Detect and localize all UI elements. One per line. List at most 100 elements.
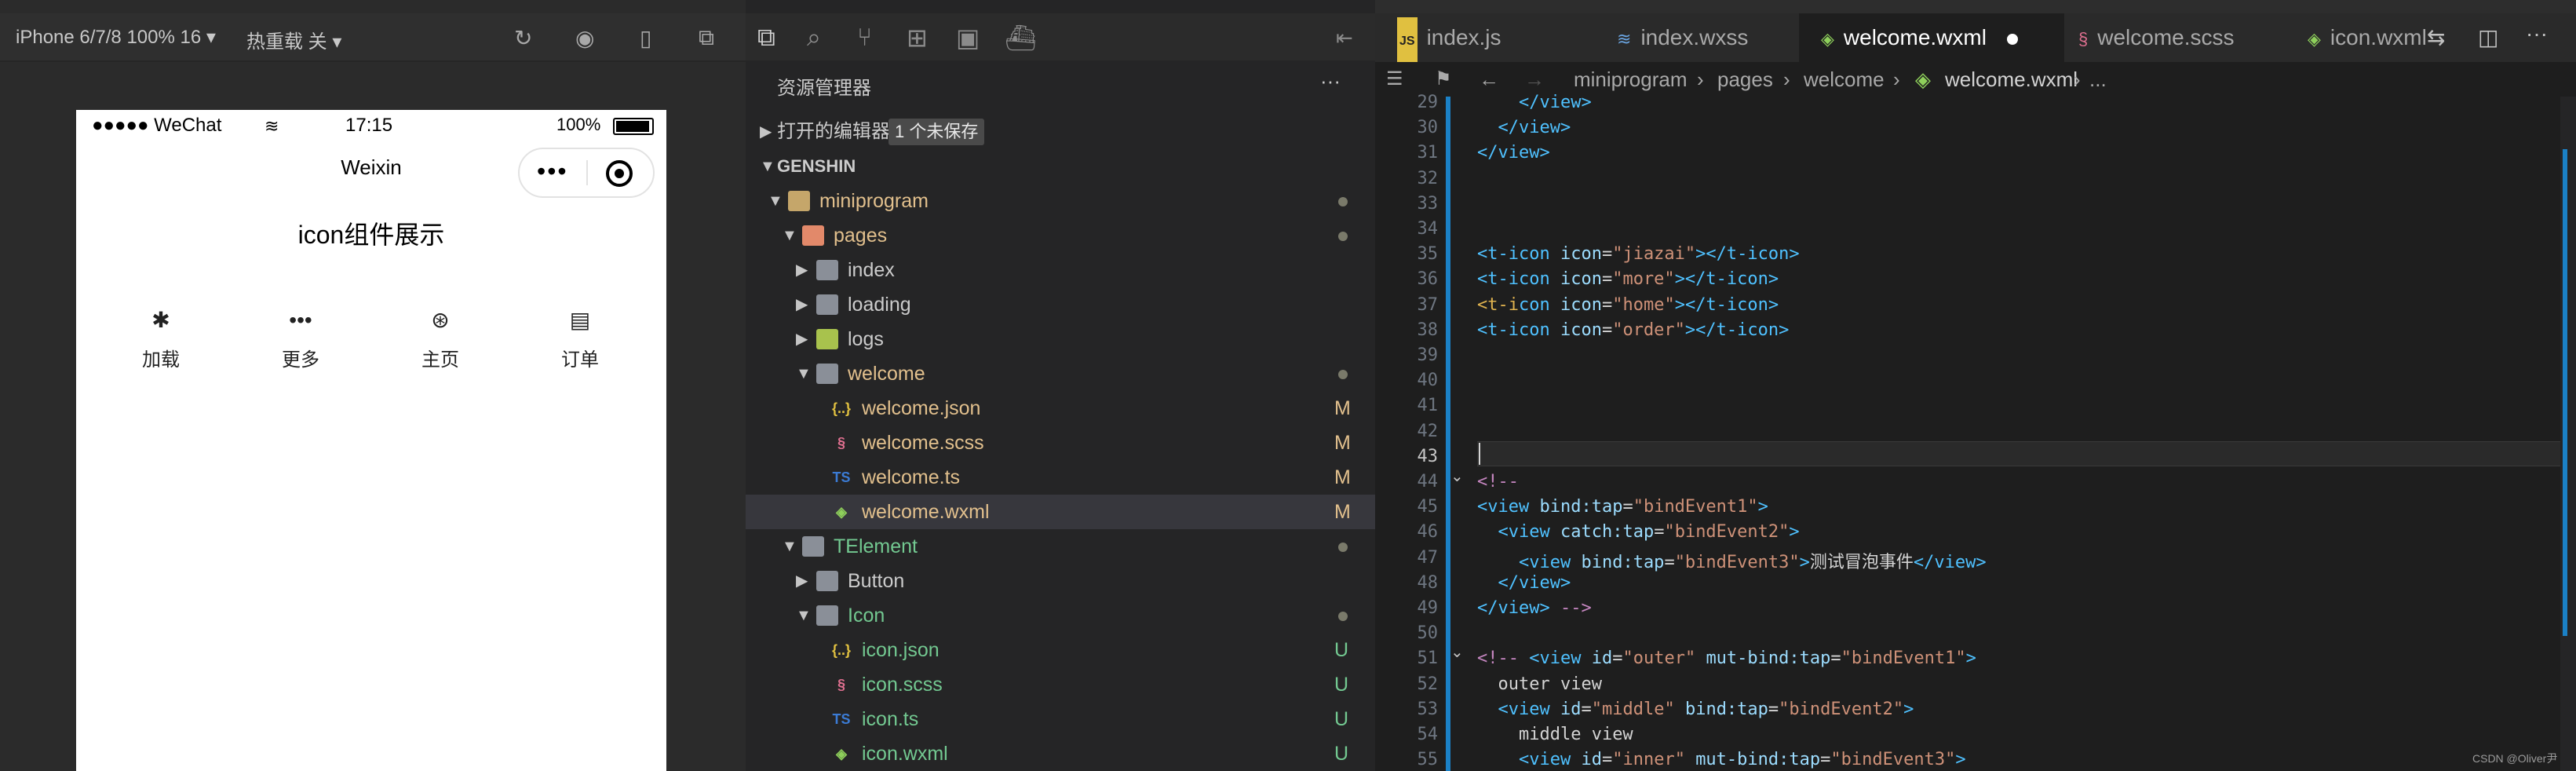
capsule-menu[interactable]: ••• <box>518 148 655 198</box>
loading-icon: ✱ <box>151 308 170 332</box>
code-line[interactable]: </view> <box>1477 118 1571 137</box>
close-target-icon[interactable] <box>606 160 633 187</box>
wxml-file-icon: ◈ <box>836 746 847 762</box>
icon-cell-loading[interactable]: ✱ 加载 <box>114 305 208 371</box>
status-time: 17:15 <box>345 115 393 136</box>
phone-icon[interactable]: ▯ <box>640 25 651 51</box>
icon-cell-more[interactable]: ••• 更多 <box>254 305 348 371</box>
code-line[interactable]: <view bind:tap="bindEvent1"> <box>1477 497 1768 517</box>
code-line[interactable]: </view> <box>1477 143 1550 163</box>
tree-item-label: Icon <box>848 605 885 627</box>
icon-cell-order[interactable]: ▤ 订单 <box>533 305 627 371</box>
tree-item-icon-json[interactable]: {..} icon.json U <box>746 633 1375 667</box>
extensions-icon[interactable]: ⊞ <box>907 23 928 53</box>
explorer-more-icon[interactable]: ··· <box>1320 69 1341 93</box>
chevron-right-icon[interactable]: ▶ <box>796 322 808 356</box>
compare-icon[interactable]: ⇆ <box>2427 24 2445 50</box>
source-control-icon[interactable]: ⑂ <box>857 23 872 52</box>
page-title: icon组件展示 <box>297 221 445 249</box>
fold-chevron-icon[interactable]: ⌄ <box>1450 642 1464 662</box>
tree-item-index[interactable]: ▶ index <box>746 253 1375 287</box>
tab-index-wxss[interactable]: ≋ index.wxss <box>1603 13 1821 62</box>
git-status-badge: U <box>1334 674 1349 696</box>
chevron-down-icon[interactable]: ▼ <box>796 598 812 633</box>
more-dots-icon[interactable]: ••• <box>537 157 568 186</box>
breadcrumb-item[interactable]: ... <box>2089 62 2107 97</box>
tree-item-welcome-ts[interactable]: TS welcome.ts M <box>746 460 1375 495</box>
tree-item-button[interactable]: ▶ Button <box>746 564 1375 598</box>
code-line[interactable]: </view> <box>1477 573 1571 593</box>
bookmark-icon[interactable]: ⚑ <box>1435 62 1452 97</box>
code-editor[interactable] <box>1375 97 2576 771</box>
forward-arrow-icon[interactable]: → <box>1524 62 1545 97</box>
code-line[interactable]: <view bind:tap="bindEvent3">测试冒泡事件</view… <box>1477 548 1987 573</box>
breadcrumb-item[interactable]: pages <box>1717 62 1773 97</box>
open-editors-section[interactable]: ▶ 打开的编辑器 1 个未保存 <box>746 115 1375 149</box>
tree-item-miniprogram[interactable]: ▼ miniprogram <box>746 184 1375 218</box>
split-editor-icon[interactable]: ◫ <box>2478 24 2498 50</box>
code-line[interactable]: <view catch:tap="bindEvent2"> <box>1477 522 1800 542</box>
breadcrumb-item[interactable]: welcome <box>1804 62 1885 97</box>
chevron-right-icon[interactable]: ▶ <box>796 564 808 598</box>
search-icon[interactable]: ⌕ <box>807 23 821 53</box>
code-line[interactable]: <t-icon icon="order"></t-icon> <box>1477 320 1789 340</box>
debug-icon[interactable]: ▣ <box>956 23 980 53</box>
docker-icon[interactable]: ⛴ <box>1005 23 1037 53</box>
tab-welcome-scss[interactable]: § welcome.scss <box>2041 13 2306 62</box>
tab-welcome-wxml[interactable]: ◈ welcome.wxml <box>1799 13 2064 62</box>
tree-item-icon-wxml[interactable]: ◈ icon.wxml U <box>746 736 1375 771</box>
code-line[interactable]: </view> <box>1477 93 1592 112</box>
code-line[interactable]: <view id="inner" mut-bind:tap="bindEvent… <box>1477 750 1966 769</box>
git-status-badge: M <box>1334 432 1351 454</box>
back-arrow-icon[interactable]: ← <box>1479 62 1499 97</box>
tree-item-icon[interactable]: ▼ Icon <box>746 598 1375 633</box>
project-section[interactable]: ▼ GENSHIN <box>746 149 1375 184</box>
more-actions-icon[interactable]: ··· <box>2526 21 2548 46</box>
line-number: 30 <box>1417 118 1439 138</box>
scss-file-icon: § <box>837 677 845 692</box>
tree-item-logs[interactable]: ▶ logs <box>746 322 1375 356</box>
chevron-down-icon[interactable]: ▼ <box>796 356 812 391</box>
tree-item-label: icon.wxml <box>862 743 948 765</box>
fold-chevron-icon[interactable]: ⌄ <box>1450 466 1464 486</box>
code-line[interactable]: </view> --> <box>1477 598 1592 618</box>
collapse-panel-icon[interactable]: ⇤ <box>1336 26 1353 50</box>
device-select[interactable]: iPhone 6/7/8 100% 16 ▾ <box>16 26 216 49</box>
icon-cell-home[interactable]: ⊛ 主页 <box>393 305 487 371</box>
unsaved-dot-icon[interactable] <box>2006 33 2018 45</box>
refresh-icon[interactable]: ↻ <box>514 25 532 51</box>
code-line[interactable]: <t-icon icon="more"></t-icon> <box>1477 269 1779 289</box>
tree-item-telement[interactable]: ▼ TElement <box>746 529 1375 564</box>
chevron-down-icon[interactable]: ▼ <box>782 529 797 564</box>
tab-index-js[interactable]: JS index.js <box>1375 13 1601 66</box>
stop-icon[interactable]: ◉ <box>575 25 594 51</box>
list-icon[interactable]: ☰ <box>1386 62 1403 97</box>
tree-item-icon-ts[interactable]: TS icon.ts U <box>746 702 1375 736</box>
tree-item-welcome[interactable]: ▼ welcome <box>746 356 1375 391</box>
chevron-down-icon[interactable]: ▼ <box>782 218 797 253</box>
files-icon[interactable]: ⧉ <box>757 23 775 53</box>
chevron-right-icon[interactable]: ▶ <box>796 253 808 287</box>
hot-reload-toggle[interactable]: 热重载 关 ▾ <box>246 26 341 53</box>
chevron-down-icon[interactable]: ▼ <box>768 184 783 218</box>
tree-item-welcome-json[interactable]: {..} welcome.json M <box>746 391 1375 426</box>
tree-item-welcome-wxml[interactable]: ◈ welcome.wxml M <box>746 495 1375 529</box>
chevron-right-icon[interactable]: ▶ <box>796 287 808 322</box>
wifi-icon: ≋ <box>265 116 279 136</box>
code-line[interactable]: outer view <box>1477 674 1602 694</box>
code-line[interactable]: <!-- <view id="outer" mut-bind:tap="bind… <box>1477 649 1976 668</box>
scss-file-icon: § <box>2078 29 2089 49</box>
code-line[interactable]: <view id="middle" bind:tap="bindEvent2"> <box>1477 700 1914 719</box>
window-icon[interactable]: ⧉ <box>699 25 714 51</box>
tree-item-welcome-scss[interactable]: § welcome.scss M <box>746 426 1375 460</box>
breadcrumb-item[interactable]: welcome.wxml <box>1945 62 2078 97</box>
code-line[interactable]: <t-icon icon="home"></t-icon> <box>1477 295 1779 315</box>
tree-item-icon-scss[interactable]: § icon.scss U <box>746 667 1375 702</box>
code-line[interactable]: middle view <box>1477 725 1633 744</box>
git-status-badge: M <box>1334 466 1351 488</box>
tree-item-pages[interactable]: ▼ pages <box>746 218 1375 253</box>
code-line[interactable]: <t-icon icon="jiazai"></t-icon> <box>1477 244 1800 264</box>
tree-item-loading[interactable]: ▶ loading <box>746 287 1375 322</box>
breadcrumb-item[interactable]: miniprogram <box>1574 62 1688 97</box>
code-line[interactable]: <!-- <box>1477 472 1519 491</box>
